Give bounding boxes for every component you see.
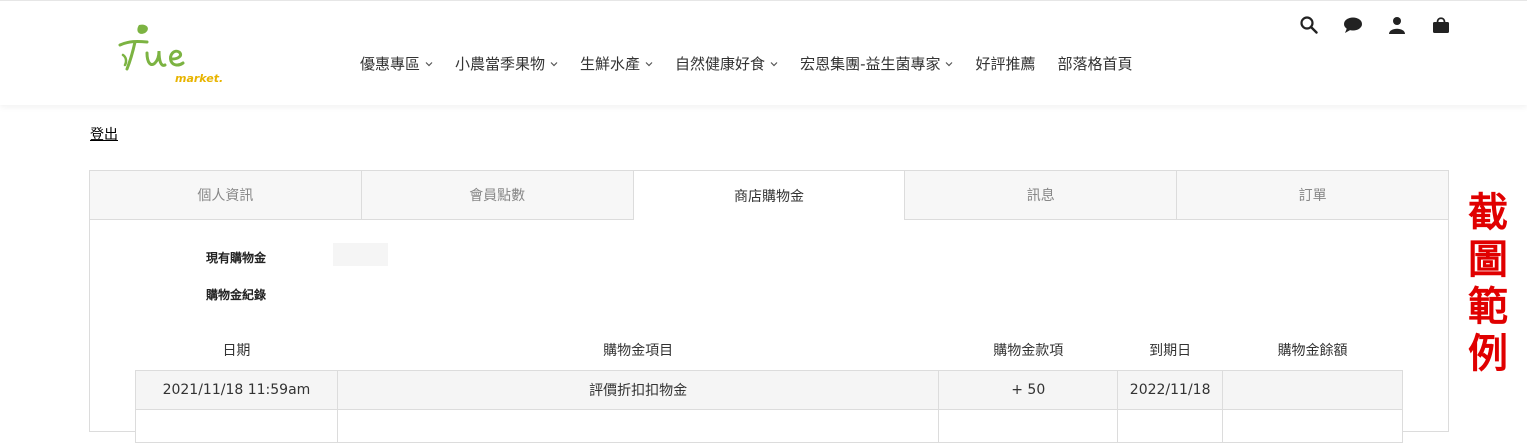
chevron-down-icon: [425, 61, 433, 66]
nav-item-deals[interactable]: 優惠專區: [360, 53, 433, 74]
cart-icon[interactable]: [1430, 14, 1452, 36]
account-panel: 個人資訊 會員點數 商店購物金 訊息 訂單 現有購物金 購物金紀錄 日期 購物金…: [89, 170, 1449, 443]
main-nav: 優惠專區 小農當季果物 生鮮水產 自然健康好食 宏恩集團-益生菌專家 好評推薦 …: [360, 53, 1155, 74]
cell-balance: [1222, 370, 1403, 410]
chevron-down-icon: [645, 61, 653, 66]
tab-store-credit[interactable]: 商店購物金: [633, 171, 906, 220]
nav-item-probiotics[interactable]: 宏恩集團-益生菌專家: [800, 53, 953, 74]
user-icon[interactable]: [1386, 14, 1408, 36]
tab-messages[interactable]: 訊息: [905, 171, 1178, 220]
header-amount: 購物金款項: [993, 342, 1064, 359]
header-expiry: 到期日: [1149, 342, 1192, 359]
header-item: 購物金項目: [603, 342, 674, 359]
search-icon[interactable]: [1298, 14, 1320, 36]
current-credit-label: 現有購物金: [206, 251, 267, 265]
site-header: market. 優惠專區 小農當季果物 生鮮水產 自然健康好食 宏恩集團-益生菌…: [0, 0, 1527, 105]
header-actions: [1298, 14, 1452, 36]
header-balance: 購物金餘額: [1277, 342, 1348, 359]
credit-history-table: 日期 購物金項目 購物金款項 到期日 購物金餘額 2021/11/18 11:5…: [135, 329, 1403, 443]
table-row: [135, 409, 1403, 443]
logo-subtext: market.: [175, 72, 223, 85]
account-tabs: 個人資訊 會員點數 商店購物金 訊息 訂單: [90, 171, 1448, 220]
header-date: 日期: [222, 342, 251, 359]
current-credit-value: [333, 243, 388, 266]
screenshot-example-watermark: 截 圖 範 例: [1468, 190, 1508, 377]
chevron-down-icon: [550, 61, 558, 66]
table-row: 2021/11/18 11:59am 評價折扣扣物金 + 50 2022/11/…: [135, 370, 1403, 410]
tab-orders[interactable]: 訂單: [1177, 171, 1448, 220]
logout-link[interactable]: 登出: [90, 124, 118, 144]
credit-history-label: 購物金紀錄: [206, 288, 267, 302]
cell-expiry: 2022/11/18: [1117, 370, 1224, 410]
tab-member-points[interactable]: 會員點數: [361, 171, 634, 220]
cell-amount: + 50: [938, 370, 1119, 410]
nav-item-blog[interactable]: 部落格首頁: [1058, 53, 1133, 74]
chat-icon[interactable]: [1342, 14, 1364, 36]
tab-profile[interactable]: 個人資訊: [90, 171, 362, 220]
site-logo[interactable]: market.: [117, 1, 225, 105]
nav-item-healthy-food[interactable]: 自然健康好食: [675, 53, 778, 74]
nav-item-seasonal-fruit[interactable]: 小農當季果物: [455, 53, 558, 74]
cell-date: 2021/11/18 11:59am: [135, 370, 338, 410]
chevron-down-icon: [770, 61, 778, 66]
nav-item-seafood[interactable]: 生鮮水產: [580, 53, 653, 74]
chevron-down-icon: [946, 61, 953, 66]
nav-item-reviews[interactable]: 好評推薦: [975, 53, 1035, 74]
table-header-row: 日期 購物金項目 購物金款項 到期日 購物金餘額: [136, 329, 1403, 371]
logo-graphic: market.: [118, 24, 223, 85]
cell-item: 評價折扣扣物金: [336, 370, 940, 410]
